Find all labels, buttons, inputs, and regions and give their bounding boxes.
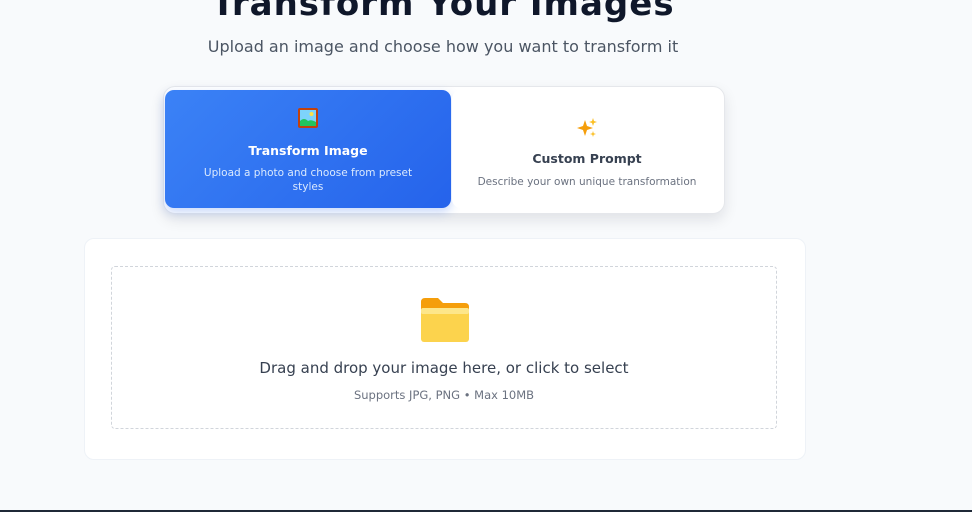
page: Transform Your Images Upload an image an… [0, 0, 972, 512]
dropzone-prompt: Drag and drop your image here, or click … [259, 359, 629, 377]
upload-panel: Drag and drop your image here, or click … [84, 238, 806, 460]
page-subtitle: Upload an image and choose how you want … [207, 37, 679, 56]
dropzone-hint: Supports JPG, PNG • Max 10MB [353, 388, 535, 402]
image-dropzone[interactable]: Drag and drop your image here, or click … [111, 266, 777, 429]
transform-image-mode-button[interactable]: Transform Image Upload a photo and choos… [165, 90, 451, 208]
mode-selector: Transform Image Upload a photo and choos… [163, 86, 725, 214]
mode-title: Transform Image [248, 143, 368, 158]
folder-icon [421, 298, 469, 342]
framed-picture-icon [298, 108, 318, 128]
custom-prompt-mode-button[interactable]: Custom Prompt Describe your own unique t… [452, 90, 722, 208]
mode-title: Custom Prompt [532, 151, 642, 166]
page-title: Transform Your Images [211, 0, 675, 24]
mode-description: Describe your own unique transformation [477, 176, 697, 188]
sparkles-icon [577, 118, 597, 137]
mode-description: Upload a photo and choose from preset st… [203, 167, 413, 193]
